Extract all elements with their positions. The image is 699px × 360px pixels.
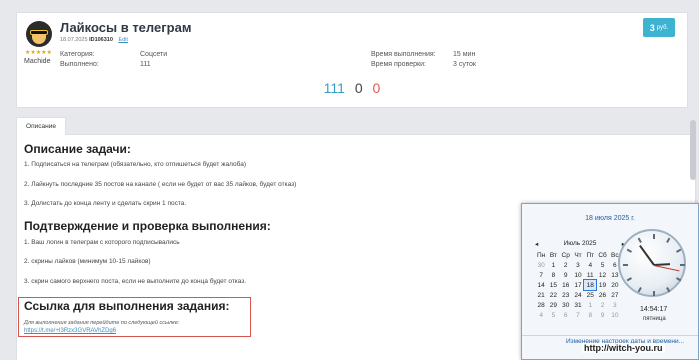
calendar-day[interactable]: 4 xyxy=(535,310,547,320)
calendar-day[interactable]: 7 xyxy=(535,270,547,280)
calendar-day[interactable]: 1 xyxy=(547,260,559,270)
confirmation-heading: Подтверждение и проверка выполнения: xyxy=(24,219,271,233)
calendar-day[interactable]: 31 xyxy=(572,300,584,310)
weekday-header: Вт xyxy=(549,251,557,259)
minute-hand xyxy=(639,244,655,266)
calendar-day[interactable]: 27 xyxy=(609,290,621,300)
weekday-header: Пт xyxy=(586,251,595,259)
calendar-day[interactable]: 25 xyxy=(584,290,596,300)
second-hand xyxy=(653,265,680,272)
link-note: Для выполнения задания перейдите по след… xyxy=(24,320,180,326)
check-time-value: 3 суток xyxy=(453,61,476,68)
rejected-count: 0 xyxy=(372,80,381,96)
description-item-3: 3. Долистать до конца ленту и сделать ск… xyxy=(24,200,187,207)
calendar-day[interactable]: 5 xyxy=(596,260,608,270)
weekday-header: Чт xyxy=(574,251,582,259)
full-date[interactable]: 18 июля 2025 г. xyxy=(522,215,698,222)
result-counts: 111 0 0 xyxy=(16,80,688,96)
avatar[interactable] xyxy=(26,21,52,47)
accepted-count: 111 xyxy=(323,80,345,96)
calendar-day[interactable]: 1 xyxy=(584,300,596,310)
calendar-day[interactable]: 10 xyxy=(572,270,584,280)
task-meta: 18.07.2025 ID106310 Edit xyxy=(60,37,128,43)
page-title: Лайкосы в телеграм xyxy=(60,20,192,35)
edit-link[interactable]: Edit xyxy=(118,37,127,43)
calendar-day[interactable]: 16 xyxy=(560,280,572,290)
category-label: Категория: xyxy=(60,51,95,58)
calendar-day[interactable]: 19 xyxy=(596,280,608,290)
tab-description[interactable]: Описание xyxy=(16,117,66,135)
task-link[interactable]: https://t.me/+I3Rzx3GVRAVhZDg6 xyxy=(24,328,116,334)
confirmation-item-1: 1. Ваш логин в телеграм с которого подпи… xyxy=(24,239,180,246)
calendar-day[interactable]: 6 xyxy=(560,310,572,320)
calendar-day[interactable]: 17 xyxy=(572,280,584,290)
calendar-day[interactable]: 10 xyxy=(609,310,621,320)
weekday-header: Ср xyxy=(561,251,570,259)
description-item-2: 2. Лайкнуть последние 35 постов на канал… xyxy=(24,181,297,188)
calendar-day[interactable]: 20 xyxy=(609,280,621,290)
check-time-label: Время проверки: xyxy=(371,61,426,68)
confirmation-item-3: 3. скрин самого верхнего поста, если не … xyxy=(24,278,247,285)
description-heading: Описание задачи: xyxy=(24,142,131,156)
weekday: пятница xyxy=(643,316,666,322)
calendar-day[interactable]: 4 xyxy=(584,260,596,270)
calendar-day[interactable]: 28 xyxy=(535,300,547,310)
calendar-grid: Пн Вт Ср Чт Пт Сб Вс 30 1 2 3 4 5 6 7 8 9 10 11 12 13 14 15 16 1… xyxy=(535,250,621,320)
calendar-day[interactable]: 9 xyxy=(596,310,608,320)
task-id: ID106310 xyxy=(89,37,113,43)
rating-stars-icon: ★★★★★ xyxy=(25,50,52,56)
confirmation-item-2: 2. скрины лайков (минимум 10-15 лайков) xyxy=(24,258,151,265)
calendar-day[interactable]: 21 xyxy=(535,290,547,300)
description-item-1: 1. Подписаться на телеграм (обязательно,… xyxy=(24,161,246,168)
calendar-day[interactable]: 30 xyxy=(535,260,547,270)
done-label: Выполнено: xyxy=(60,61,99,68)
calendar-day[interactable]: 7 xyxy=(572,310,584,320)
calendar-day[interactable]: 2 xyxy=(596,300,608,310)
calendar-day[interactable]: 29 xyxy=(547,300,559,310)
price-badge: 3 руб. xyxy=(643,18,675,37)
calendar-day[interactable]: 23 xyxy=(560,290,572,300)
calendar-day[interactable]: 12 xyxy=(596,270,608,280)
calendar-day[interactable]: 5 xyxy=(547,310,559,320)
exec-time-value: 15 мин xyxy=(453,51,476,58)
calendar-day[interactable]: 8 xyxy=(584,310,596,320)
calendar-day[interactable]: 30 xyxy=(560,300,572,310)
exec-time-label: Время выполнения: xyxy=(371,51,436,58)
calendar-day[interactable]: 14 xyxy=(535,280,547,290)
month-label[interactable]: Июль 2025 xyxy=(564,240,597,248)
category-value: Соцсети xyxy=(140,51,168,58)
scrollbar[interactable] xyxy=(690,120,696,180)
watermark: http://witch-you.ru xyxy=(582,343,665,353)
calendar-day[interactable]: 9 xyxy=(560,270,572,280)
author-name[interactable]: Machide xyxy=(24,58,50,65)
calendar-day[interactable]: 24 xyxy=(572,290,584,300)
calendar-day[interactable]: 8 xyxy=(547,270,559,280)
digital-time: 14:54:17 xyxy=(640,306,668,313)
calendar-day[interactable]: 3 xyxy=(609,300,621,310)
pending-count: 0 xyxy=(354,80,363,96)
done-value: 111 xyxy=(140,61,151,68)
task-link-box: Ссылка для выполнения задания: Для выпол… xyxy=(18,297,251,337)
prev-month-icon[interactable]: ◂ xyxy=(535,240,538,248)
analog-clock xyxy=(618,229,686,297)
calendar-day[interactable]: 11 xyxy=(584,270,596,280)
calendar-day[interactable]: 2 xyxy=(560,260,572,270)
calendar-day[interactable]: 18 xyxy=(583,279,598,291)
clock-popup: 18 июля 2025 г. ◂ Июль 2025 ▸ ПнВтСрЧтПт… xyxy=(521,203,699,360)
weekday-header: Пн xyxy=(537,251,546,259)
calendar-day[interactable]: 15 xyxy=(547,280,559,290)
calendar-day[interactable]: 3 xyxy=(572,260,584,270)
weekday-header: Сб xyxy=(598,251,607,259)
link-heading: Ссылка для выполнения задания: xyxy=(24,299,230,313)
calendar-day[interactable]: 26 xyxy=(596,290,608,300)
calendar: ◂ Июль 2025 ▸ ПнВтСрЧтПтСбВс301234567891… xyxy=(535,240,625,320)
calendar-day[interactable]: 22 xyxy=(547,290,559,300)
